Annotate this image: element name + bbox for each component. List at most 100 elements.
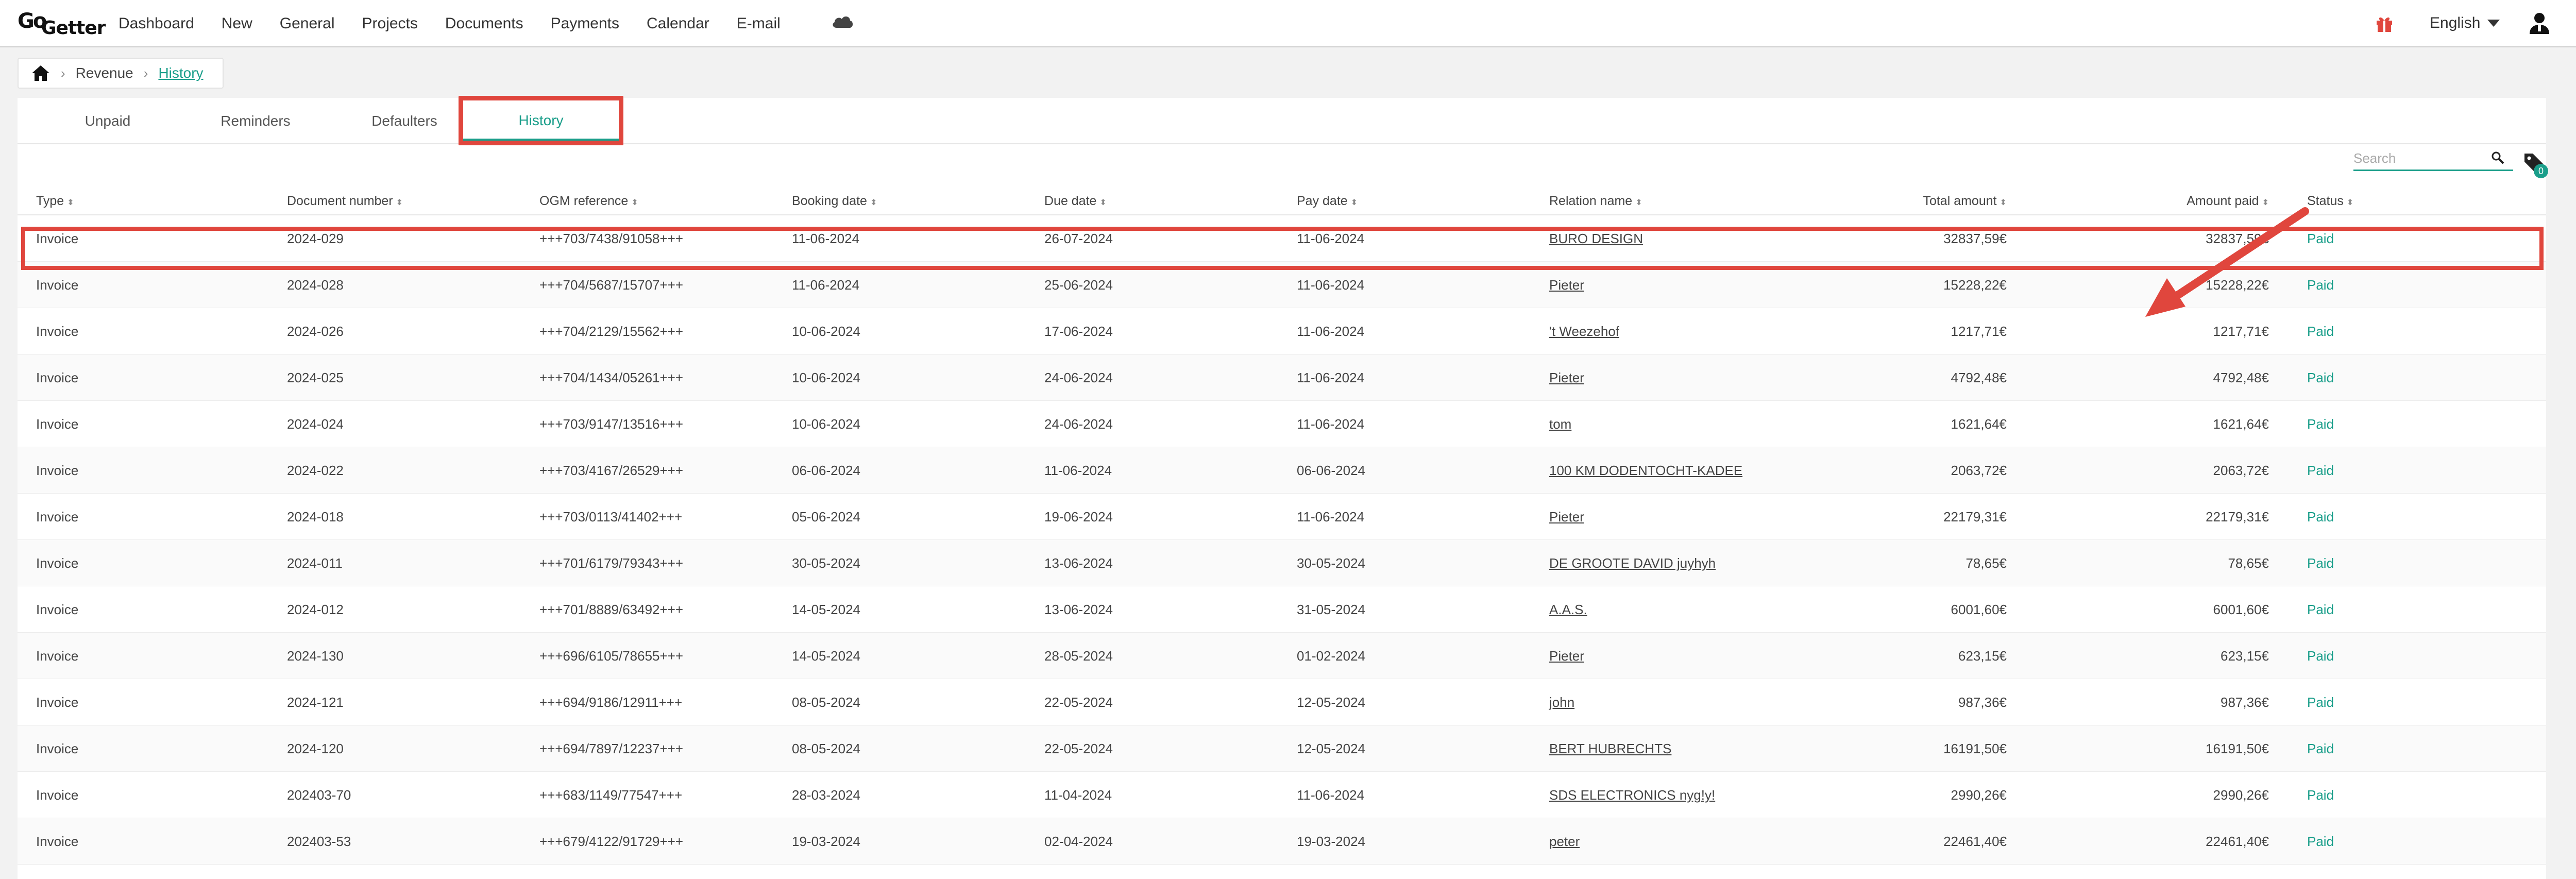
sort-icon[interactable]: ⬍ <box>2262 198 2269 207</box>
cell-relation-name[interactable]: A.A.S. <box>1549 602 1587 618</box>
table-row[interactable]: Invoice 2024-012 +++701/8889/63492+++ 14-05… <box>18 586 2546 633</box>
header-amount-paid[interactable]: Amount paid ⬍ <box>2187 194 2269 209</box>
cell-relation-name[interactable]: SDS ELECTRONICS nyg!y! <box>1549 787 1715 803</box>
sort-icon[interactable]: ⬍ <box>2347 198 2353 207</box>
cell-relation-name[interactable]: tom <box>1549 416 1571 432</box>
cell-pay-date: 11-06-2024 <box>1297 370 1365 385</box>
sort-icon[interactable]: ⬍ <box>396 198 403 207</box>
cell-relation-name[interactable]: Pieter <box>1549 648 1584 664</box>
table-row[interactable]: Invoice 2024-011 +++701/6179/79343+++ 30-05… <box>18 540 2546 586</box>
tab-history[interactable]: History <box>459 96 623 145</box>
history-table: Type ⬍ Document number ⬍ OGM reference ⬍ Booki… <box>18 190 2546 865</box>
cell-relation-name[interactable]: Pieter <box>1549 370 1584 386</box>
header-ogm-reference[interactable]: OGM reference ⬍ <box>539 194 638 209</box>
nav-dashboard[interactable]: Dashboard <box>118 15 194 32</box>
cell-status: Paid <box>2307 416 2334 432</box>
header-status[interactable]: Status ⬍ <box>2307 194 2353 209</box>
table-row[interactable]: Invoice 202403-53 +++679/4122/91729+++ 19-0… <box>18 818 2546 865</box>
nav-documents[interactable]: Documents <box>445 15 523 32</box>
header-booking-date[interactable]: Booking date ⬍ <box>792 194 877 209</box>
nav-email[interactable]: E-mail <box>737 15 781 32</box>
cell-relation-name[interactable]: BURO DESIGN <box>1549 231 1643 247</box>
tab-reminders[interactable]: Reminders <box>181 98 330 144</box>
cell-total-amount: 6001,60€ <box>1951 602 2007 617</box>
cell-relation-name[interactable]: Pieter <box>1549 509 1584 525</box>
nav-projects[interactable]: Projects <box>362 15 418 32</box>
header-type[interactable]: Type ⬍ <box>36 194 74 209</box>
cloud-icon[interactable] <box>831 12 854 31</box>
cell-type: Invoice <box>36 231 79 246</box>
cell-relation-name[interactable]: peter <box>1549 834 1580 850</box>
sort-icon[interactable]: ⬍ <box>67 198 74 207</box>
nav-new[interactable]: New <box>222 15 252 32</box>
cell-ogm-reference: +++694/9186/12911+++ <box>539 695 683 710</box>
table-row[interactable]: Invoice 2024-130 +++696/6105/78655+++ 14-05… <box>18 633 2546 679</box>
cell-relation-name[interactable]: DE GROOTE DAVID juyhyh <box>1549 555 1716 571</box>
cell-relation-name[interactable]: BERT HUBRECHTS <box>1549 741 1671 757</box>
cell-relation-name[interactable]: 100 KM DODENTOCHT-KADEE <box>1549 463 1742 479</box>
cell-relation-name[interactable]: Pieter <box>1549 277 1584 293</box>
gift-icon[interactable] <box>2375 14 2394 33</box>
header-pay-date[interactable]: Pay date ⬍ <box>1297 194 1358 209</box>
cell-booking-date: 06-06-2024 <box>792 463 860 478</box>
cell-pay-date: 12-05-2024 <box>1297 695 1365 710</box>
home-icon[interactable] <box>31 64 50 82</box>
sort-icon[interactable]: ⬍ <box>870 198 877 207</box>
content-card: Unpaid Reminders Defaulters History 0 Ty… <box>18 96 2548 879</box>
table-row[interactable]: Invoice 202403-70 +++683/1149/77547+++ 28-0… <box>18 772 2546 818</box>
search-input[interactable] <box>2353 150 2472 166</box>
cell-relation-name[interactable]: 't Weezehof <box>1549 324 1619 340</box>
table-row[interactable]: Invoice 2024-025 +++704/1434/05261+++ 10-06… <box>18 354 2546 401</box>
table-row[interactable]: Invoice 2024-029 +++703/7438/91058+++ 11-06… <box>18 215 2546 262</box>
cell-document-number: 2024-018 <box>287 509 344 525</box>
table-row[interactable]: Invoice 2024-028 +++704/5687/15707+++ 11-06… <box>18 262 2546 308</box>
header-total-amount[interactable]: Total amount ⬍ <box>1923 194 2007 209</box>
cell-amount-paid: 15228,22€ <box>2206 277 2269 293</box>
table-row[interactable]: Invoice 2024-120 +++694/7897/12237+++ 08-05… <box>18 725 2546 772</box>
table-row[interactable]: Invoice 2024-022 +++703/4167/26529+++ 06-06… <box>18 447 2546 494</box>
table-row[interactable]: Invoice 2024-018 +++703/0113/41402+++ 05-06… <box>18 494 2546 540</box>
sort-icon[interactable]: ⬍ <box>631 198 638 207</box>
breadcrumb-history[interactable]: History <box>158 65 203 81</box>
sort-icon[interactable]: ⬍ <box>1635 198 1642 207</box>
app-logo[interactable]: Go Getter <box>18 7 106 39</box>
cell-document-number: 2024-024 <box>287 416 344 432</box>
cell-ogm-reference: +++703/0113/41402+++ <box>539 509 683 525</box>
sort-icon[interactable]: ⬍ <box>1351 198 1358 207</box>
cell-status: Paid <box>2307 555 2334 571</box>
cell-ogm-reference: +++704/5687/15707+++ <box>539 277 684 293</box>
cell-total-amount: 22179,31€ <box>1943 509 2007 525</box>
cell-type: Invoice <box>36 370 79 385</box>
header-due-date[interactable]: Due date ⬍ <box>1044 194 1107 209</box>
cell-due-date: 26-07-2024 <box>1044 231 1113 246</box>
user-icon[interactable] <box>2528 11 2551 35</box>
cell-amount-paid: 78,65€ <box>2228 555 2269 571</box>
cell-booking-date: 10-06-2024 <box>792 416 860 432</box>
table-row[interactable]: Invoice 2024-026 +++704/2129/15562+++ 10-06… <box>18 308 2546 354</box>
header-relation-name[interactable]: Relation name ⬍ <box>1549 194 1642 209</box>
header-document-number[interactable]: Document number ⬍ <box>287 194 403 209</box>
search-icon[interactable] <box>2490 150 2505 165</box>
nav-general[interactable]: General <box>280 15 335 32</box>
tab-unpaid[interactable]: Unpaid <box>33 98 182 144</box>
cell-pay-date: 11-06-2024 <box>1297 277 1365 293</box>
nav-payments[interactable]: Payments <box>551 15 619 32</box>
cell-booking-date: 28-03-2024 <box>792 787 860 803</box>
cell-status: Paid <box>2307 231 2334 246</box>
sort-icon[interactable]: ⬍ <box>1099 198 1106 207</box>
tab-defaulters[interactable]: Defaulters <box>330 98 479 144</box>
cell-pay-date: 11-06-2024 <box>1297 787 1365 803</box>
cell-type: Invoice <box>36 555 79 571</box>
breadcrumb-revenue[interactable]: Revenue <box>76 65 133 81</box>
language-dropdown[interactable]: English <box>2430 14 2500 32</box>
nav-calendar[interactable]: Calendar <box>647 15 709 32</box>
sort-icon[interactable]: ⬍ <box>2000 198 2007 207</box>
cell-type: Invoice <box>36 602 79 617</box>
table-row[interactable]: Invoice 2024-121 +++694/9186/12911+++ 08-05… <box>18 679 2546 725</box>
table-body: Invoice 2024-029 +++703/7438/91058+++ 11-06… <box>18 215 2546 865</box>
cell-pay-date: 11-06-2024 <box>1297 231 1365 246</box>
cell-due-date: 19-06-2024 <box>1044 509 1113 525</box>
chevron-right-icon: › <box>61 65 65 81</box>
table-row[interactable]: Invoice 2024-024 +++703/9147/13516+++ 10-06… <box>18 401 2546 447</box>
cell-relation-name[interactable]: john <box>1549 695 1574 711</box>
